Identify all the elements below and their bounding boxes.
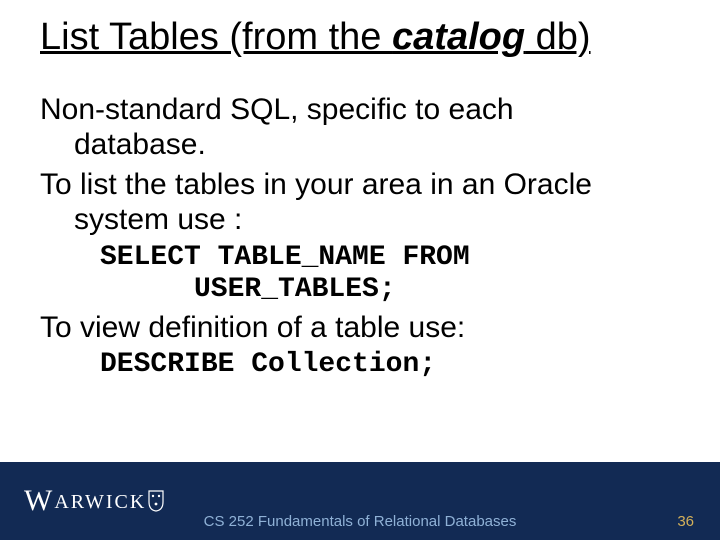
body-text: To list the tables in your area in an Or… xyxy=(40,168,592,201)
crest-icon xyxy=(148,490,164,512)
code-line: USER_TABLES; xyxy=(100,274,680,306)
body-text: Non-standard SQL, specific to each xyxy=(40,93,514,126)
footer-course: CS 252 Fundamentals of Relational Databa… xyxy=(0,513,720,530)
body-line: To list the tables in your area in an Or… xyxy=(40,167,680,238)
body-text: database. xyxy=(74,128,206,161)
logo-word: ARWICK xyxy=(54,491,146,513)
title-post: db) xyxy=(525,16,590,58)
slide-title: List Tables (from the catalog db) xyxy=(40,16,690,59)
body-text: system use : xyxy=(74,203,242,236)
code-block: SELECT TABLE_NAME FROM USER_TABLES; xyxy=(40,242,680,306)
body-line: Non-standard SQL, specific to each datab… xyxy=(40,92,680,163)
code-line: SELECT TABLE_NAME FROM xyxy=(100,242,470,273)
body-text: To view definition of a table use: xyxy=(40,311,465,344)
body-line: To view definition of a table use: xyxy=(40,310,680,345)
title-pre: List Tables (from the xyxy=(40,16,392,58)
page-number: 36 xyxy=(677,513,694,530)
title-emph: catalog xyxy=(392,16,525,58)
slide-body: Non-standard SQL, specific to each datab… xyxy=(40,92,680,386)
slide: List Tables (from the catalog db) Non-st… xyxy=(0,0,720,540)
footer-bar: WARWICK CS 252 Fundamentals of Relationa… xyxy=(0,462,720,540)
code-line: DESCRIBE Collection; xyxy=(100,349,436,380)
code-block: DESCRIBE Collection; xyxy=(40,349,680,381)
